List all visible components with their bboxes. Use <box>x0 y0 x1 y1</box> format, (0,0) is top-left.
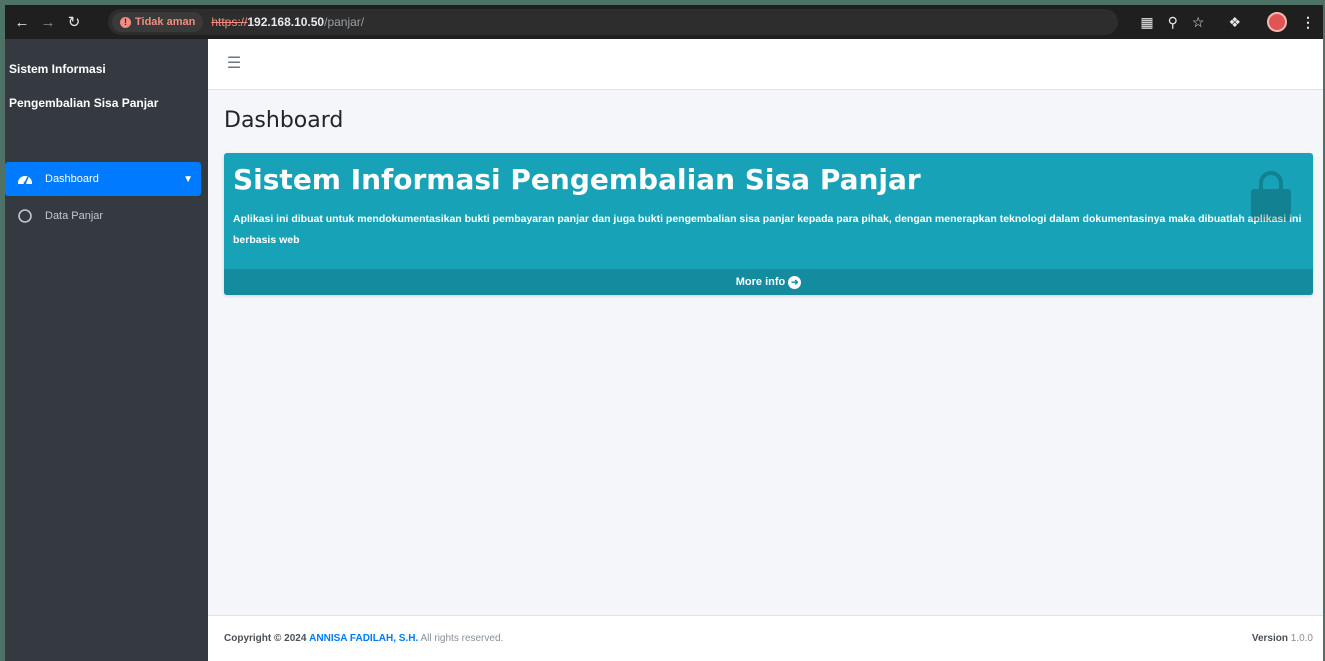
dashboard-icon <box>18 176 32 185</box>
page-footer: Copyright © 2024 ANNISA FADILAH, S.H. Al… <box>208 615 1323 661</box>
browser-window: ← → ↻ ! Tidak aman https://192.168.10.50… <box>5 5 1323 661</box>
url-text[interactable]: https://192.168.10.50/panjar/ <box>211 15 364 29</box>
rights-text: All rights reserved. <box>420 633 504 644</box>
browser-toolbar: ← → ↻ ! Tidak aman https://192.168.10.50… <box>5 5 1323 39</box>
url-path: /panjar/ <box>324 15 365 29</box>
info-box: Sistem Informasi Pengembalian Sisa Panja… <box>224 153 1313 295</box>
security-indicator[interactable]: ! Tidak aman <box>112 12 204 32</box>
info-box-title: Sistem Informasi Pengembalian Sisa Panja… <box>233 163 921 196</box>
copyright-prefix: Copyright © 2024 <box>224 633 307 644</box>
version-info: Version 1.0.0 <box>1252 633 1313 644</box>
info-box-description: Aplikasi ini dibuat untuk mendokumentasi… <box>233 213 1302 246</box>
browser-actions: ▦ ⚲ ☆ ❖ ⋮ <box>1140 5 1315 39</box>
sidebar-menu: Dashboard ▼ Data Panjar <box>5 162 201 233</box>
chevron-down-icon: ▼ <box>183 173 193 185</box>
sidebar-item-data-panjar[interactable]: Data Panjar <box>5 199 201 233</box>
more-info-link[interactable]: More info ➜ <box>224 269 1313 295</box>
browser-menu-icon[interactable]: ⋮ <box>1301 14 1315 31</box>
url-scheme: https:// <box>211 15 248 29</box>
profile-avatar[interactable] <box>1267 12 1287 32</box>
top-navbar: ☰ <box>208 39 1323 90</box>
extensions-icon[interactable]: ❖ <box>1228 14 1241 31</box>
hamburger-menu-icon[interactable]: ☰ <box>224 54 244 74</box>
bookmark-star-icon[interactable]: ☆ <box>1192 14 1205 31</box>
more-info-label: More info <box>735 276 786 288</box>
content-wrapper: ☰ Dashboard Sistem Informasi Pengembalia… <box>208 39 1323 661</box>
back-arrow-icon[interactable]: ← <box>9 9 35 35</box>
sidebar: Sistem Informasi Pengembalian Sisa Panja… <box>5 39 208 661</box>
sidebar-item-dashboard[interactable]: Dashboard ▼ <box>5 162 201 196</box>
copyright: Copyright © 2024 ANNISA FADILAH, S.H. Al… <box>224 633 503 644</box>
zoom-icon[interactable]: ⚲ <box>1168 14 1178 31</box>
brand-line-1: Sistem Informasi <box>9 62 106 76</box>
page-title: Dashboard <box>224 108 344 133</box>
translate-icon[interactable]: ▦ <box>1140 14 1153 31</box>
shopping-bag-icon <box>1251 171 1291 221</box>
version-value: 1.0.0 <box>1290 633 1313 644</box>
brand[interactable]: Sistem Informasi Pengembalian Sisa Panja… <box>5 39 208 112</box>
address-bar[interactable]: ! Tidak aman https://192.168.10.50/panja… <box>108 9 1118 35</box>
sidebar-item-label: Data Panjar <box>45 210 104 222</box>
url-host: 192.168.10.50 <box>247 15 325 29</box>
brand-line-2: Pengembalian Sisa Panjar <box>9 96 159 110</box>
circle-icon <box>18 209 32 223</box>
reload-icon[interactable]: ↻ <box>61 9 87 35</box>
version-label: Version <box>1251 633 1288 644</box>
security-label: Tidak aman <box>135 16 196 28</box>
warning-icon: ! <box>120 16 131 28</box>
sidebar-item-label: Dashboard <box>45 173 99 185</box>
author-link[interactable]: ANNISA FADILAH, S.H. <box>309 633 418 644</box>
forward-arrow-icon[interactable]: → <box>35 9 61 35</box>
arrow-circle-right-icon: ➜ <box>788 275 802 289</box>
